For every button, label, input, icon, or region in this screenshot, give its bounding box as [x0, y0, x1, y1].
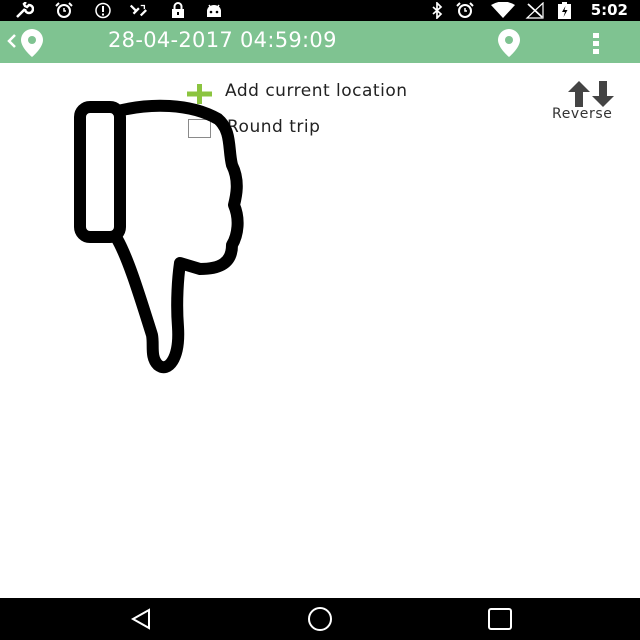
home-circle-icon[interactable] [305, 606, 335, 632]
reverse-label: Reverse [552, 106, 613, 122]
battery-charging-icon [558, 2, 571, 19]
reverse-button[interactable]: Reverse [552, 80, 632, 126]
android-icon [207, 4, 221, 17]
wrench-icon [16, 2, 34, 18]
back-triangle-icon[interactable] [127, 606, 157, 632]
swap-vertical-icon [568, 81, 614, 107]
map-pin-icon-right[interactable] [493, 27, 525, 59]
status-bar: 5:02 [0, 0, 640, 21]
map-pin-icon[interactable] [16, 27, 48, 59]
satellite-icon [129, 4, 147, 17]
status-time: 5:02 [590, 1, 628, 19]
app-bar: 28-04-2017 04:59:09 [0, 21, 640, 63]
no-signal-icon [525, 2, 544, 19]
page-title: 28-04-2017 04:59:09 [108, 28, 337, 52]
info-icon [95, 2, 111, 19]
recents-square-icon[interactable] [485, 606, 515, 632]
navigation-bar [0, 598, 640, 640]
overflow-menu-icon[interactable] [586, 30, 606, 56]
bluetooth-icon [432, 2, 443, 19]
alarm-icon-2 [456, 2, 474, 18]
add-current-location-label: Add current location [225, 81, 408, 101]
lock-icon [172, 2, 184, 18]
wifi-icon [491, 2, 515, 18]
alarm-icon [55, 2, 73, 18]
thumbs-down-icon [74, 99, 244, 373]
